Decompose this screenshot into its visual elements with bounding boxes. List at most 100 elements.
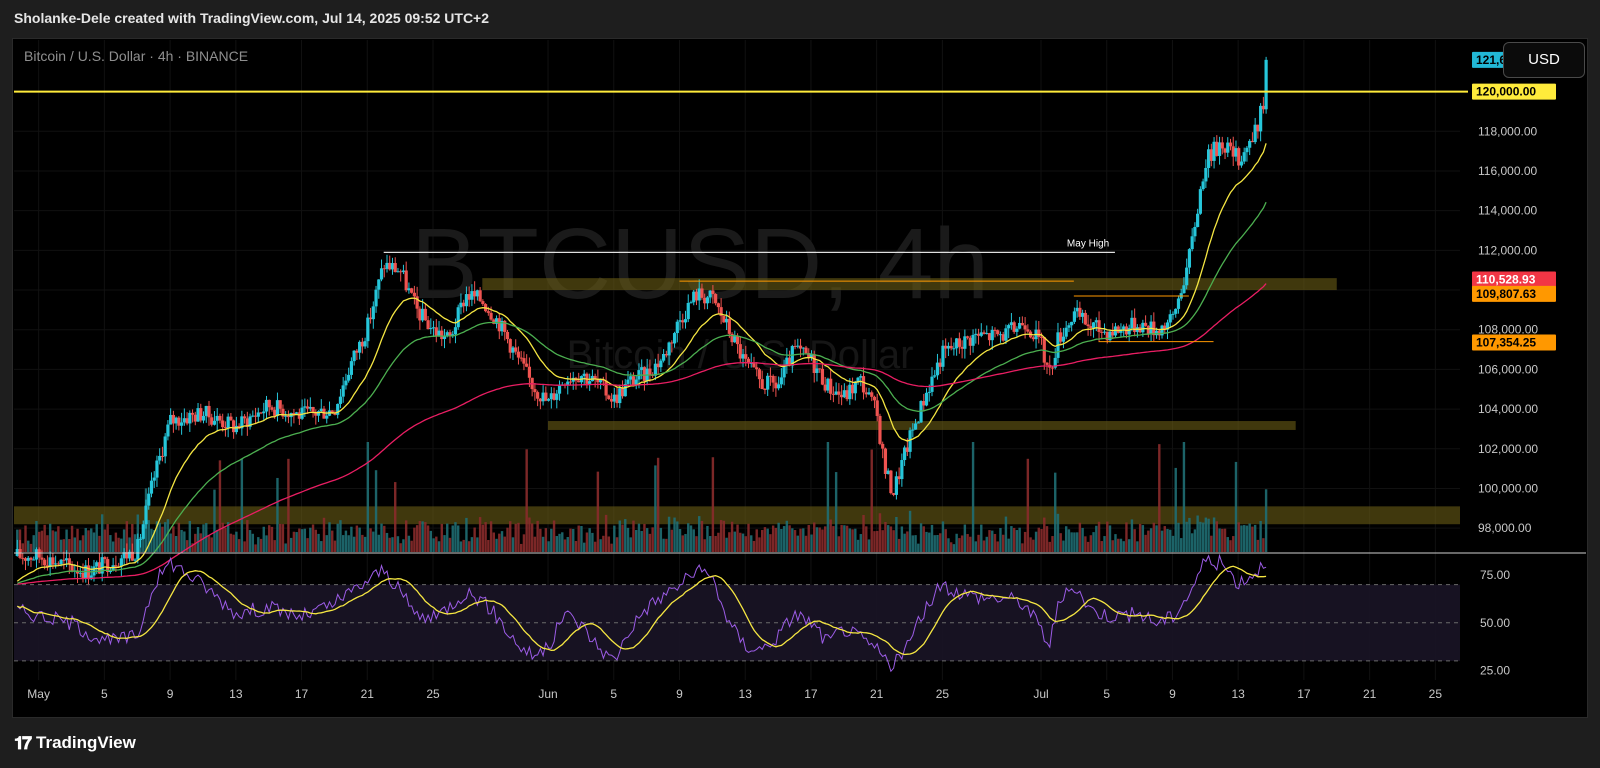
volume-bar [717,532,720,552]
candle-body [81,572,85,579]
candle-body [1193,226,1197,237]
candle-body [859,376,863,378]
candle-body [262,411,266,414]
candle-body [508,339,512,353]
candle-body [779,377,783,385]
candle-body [410,288,414,293]
volume-bar [796,535,799,552]
volume-bar [1152,522,1156,552]
price-badge-label: 110,528.93 [1476,273,1536,287]
volume-bar [599,539,602,552]
volume-bar [270,526,274,552]
volume-bar [952,544,956,552]
candle-body [1261,105,1265,110]
volume-bar [1188,517,1191,552]
volume-bar [476,537,479,552]
volume-bar [733,531,737,552]
volume-bar [339,520,342,552]
rsi-axis-label: 25.00 [1480,663,1510,677]
date-axis-label: Jul [1033,687,1048,701]
volume-bar [656,457,660,552]
candle-body [922,401,926,406]
volume-bar [1048,541,1051,552]
candle-body [626,379,630,384]
volume-bar [651,527,654,552]
candle-body [568,381,573,383]
volume-bar [495,538,498,552]
candle-body [549,393,553,400]
candle-body [423,308,427,321]
volume-bar [322,517,326,552]
volume-bar [1147,530,1150,552]
volume-bar [793,530,797,552]
volume-bar [90,528,93,552]
volume-bar [404,520,408,552]
candle-body [766,375,770,390]
candle-body [818,368,822,370]
volume-bar [366,442,370,552]
candle-body [1097,320,1101,332]
volume-bar [1160,530,1164,552]
volume-bar [988,530,991,552]
volume-bar [635,529,638,552]
currency-button[interactable]: USD [1503,42,1585,78]
price-axis-label: 112,000.00 [1478,243,1537,257]
volume-bars [16,442,1268,552]
volume-bar [1015,530,1019,552]
volume-bar [1021,543,1024,552]
candle-body [412,292,416,297]
volume-bar [843,525,846,552]
bottom-bar [0,718,1600,768]
volume-bar [1163,526,1166,552]
volume-bar [35,520,38,552]
volume-bar [1097,521,1101,552]
candle-body [264,399,269,412]
candle-body [519,357,523,359]
candle-body [856,377,860,382]
candle-body [525,363,529,367]
volume-bar [725,537,728,552]
candle-body [990,329,994,341]
volume-bar [689,525,693,552]
volume-bar [947,538,950,552]
volume-bar [517,522,520,552]
candle-body [541,392,545,402]
candle-body [171,414,175,424]
candle-body [872,396,877,401]
candle-body [708,290,712,298]
candle-body [612,394,616,402]
volume-bar [361,534,364,552]
candle-body [774,382,778,389]
candle-body [401,270,406,273]
volume-bar [949,542,953,552]
candle-body [820,368,825,385]
volume-bar [914,535,917,552]
candle-body [1130,317,1134,329]
candle-body [985,333,989,335]
volume-bar [374,470,378,552]
candle-body [308,406,312,409]
volume-bar [944,529,947,552]
volume-bar [854,528,857,552]
volume-bar [341,535,345,552]
candle-body [894,476,898,495]
volume-bar [837,536,841,552]
candle-body [1264,59,1268,110]
volume-bar [73,537,76,552]
candle-body [705,297,710,304]
candle-body [826,378,830,391]
volume-bar [928,532,931,552]
candle-body [801,347,805,349]
volume-bar [185,540,189,552]
volume-bar [298,528,301,552]
volume-bar [588,528,591,552]
price-chart-svg[interactable]: BTCUSD, 4h Bitcoin / U.S. Dollar May Hig… [0,0,1600,768]
volume-bar [739,532,742,552]
volume-bar [815,527,819,552]
candle-body [382,268,386,270]
volume-bar [51,530,55,552]
tradingview-logo[interactable]: 𝟏𝟕 TradingView [14,733,136,754]
candle-body [505,331,510,340]
volume-bar [673,517,676,552]
volume-bar [465,517,468,552]
